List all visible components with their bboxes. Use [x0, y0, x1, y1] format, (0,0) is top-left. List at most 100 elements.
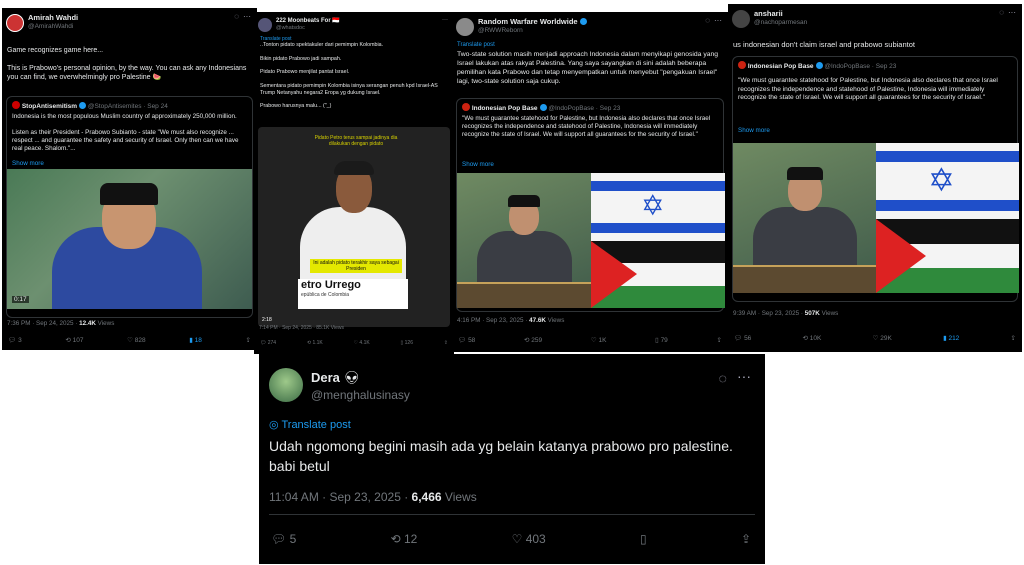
reply-count: 5 — [289, 532, 297, 546]
share-icon[interactable]: ⇪ — [1011, 334, 1016, 346]
share-icon[interactable]: ⇪ — [717, 336, 722, 348]
repost-button[interactable]: ⟲ 107 — [65, 336, 83, 348]
quote-header: Indonesian Pop Base @IndoPopBase · Sep 2… — [462, 103, 620, 112]
quote-author: Indonesian Pop Base — [747, 63, 814, 70]
avatar[interactable] — [732, 10, 750, 28]
reply-button[interactable]: 💬︎ 274 — [260, 340, 276, 352]
reply-button[interactable]: 💬︎ 56 — [734, 334, 751, 346]
reply-count: 3 — [18, 337, 22, 344]
more-icon[interactable]: ··· — [714, 17, 722, 25]
translate-link[interactable]: ◎ Translate post — [269, 418, 351, 431]
bookmark-button[interactable]: ▯ 79 — [655, 336, 668, 348]
post-card-amirah[interactable]: Amirah Wahdi @AmirahWahdi ◌ ··· Game rec… — [2, 8, 257, 350]
quoted-post[interactable]: StopAntisemitism @StopAntisemites · Sep … — [6, 96, 253, 318]
more-icon[interactable]: ··· — [737, 368, 751, 384]
author-name[interactable]: 222 Moonbeats For 🇮🇩 — [276, 17, 340, 24]
speaker-cap — [100, 183, 158, 205]
bookmark-button[interactable]: ▮ 212 — [943, 334, 959, 346]
repost-button[interactable]: ⟲ 10K — [803, 334, 822, 346]
share-icon[interactable]: ⇪ — [246, 336, 251, 348]
post-header: Random Warfare Worldwide @RWWReborn ◌ ··… — [456, 16, 724, 42]
divider — [269, 514, 755, 515]
quote-text: Indonesia is the most populous Muslim co… — [12, 113, 239, 152]
grok-icon[interactable]: ◌ — [999, 9, 1004, 17]
author-handle[interactable]: @nachoparmesan — [754, 19, 807, 26]
like-count: 29K — [880, 335, 892, 342]
like-button[interactable]: ♡ 828 — [127, 336, 146, 348]
quoted-post[interactable]: Indonesian Pop Base @IndoPopBase · Sep 2… — [732, 56, 1019, 302]
post-timestamp[interactable]: 11:04 AM · Sep 23, 2025 · — [269, 490, 412, 504]
author-name[interactable]: Dera 👽︎ — [311, 370, 360, 386]
avatar[interactable] — [258, 18, 272, 32]
show-more-link[interactable]: Show more — [12, 160, 247, 168]
photo-speaker[interactable] — [733, 143, 876, 293]
reply-button[interactable]: 💬︎ 5 — [271, 532, 296, 546]
action-bar: 💬︎ 58 ⟲ 259 ♡ 1K ▯ 79 ⇪ — [458, 336, 722, 348]
post-card-ansharii[interactable]: ansharii @nachoparmesan ◌ ··· us indones… — [728, 4, 1022, 352]
repost-button[interactable]: ⟲ 1.1K — [307, 340, 323, 352]
avatar[interactable] — [269, 368, 303, 402]
author-handle[interactable]: @AmirahWahdi — [28, 23, 73, 30]
author-name[interactable]: Amirah Wahdi — [28, 13, 78, 22]
post-card-moonbeats[interactable]: 222 Moonbeats For 🇮🇩 @whatsdoc ··· Trans… — [254, 12, 454, 354]
video-thumbnail[interactable]: Pidato Petro terus sampai jadinya dia di… — [258, 127, 450, 327]
author-handle[interactable]: @menghalusinasy — [311, 388, 410, 402]
bookmark-button[interactable]: ▮ 18 — [189, 336, 202, 348]
video-time: 0:17 — [12, 296, 29, 303]
translate-link[interactable]: Translate post — [457, 42, 495, 48]
share-icon[interactable]: ⇪ — [444, 340, 448, 352]
more-icon[interactable]: ··· — [1008, 9, 1016, 17]
bookmark-button[interactable]: ▯ 126 — [401, 340, 413, 352]
photo-speaker[interactable] — [457, 173, 591, 308]
post-timestamp[interactable]: 9:39 AM · Sep 23, 2025 · — [733, 310, 805, 317]
reply-count: 56 — [744, 335, 752, 342]
grok-icon[interactable]: ◌ — [719, 370, 727, 386]
video-thumbnail[interactable]: 0:17 — [7, 169, 252, 309]
post-timestamp[interactable]: 7:36 PM · Sep 24, 2025 · — [7, 320, 79, 327]
grok-icon[interactable]: ◌ — [705, 17, 710, 25]
show-more-link[interactable]: Show more — [462, 161, 718, 169]
repost-button[interactable]: ⟲ 259 — [524, 336, 542, 348]
speaker-hair — [334, 161, 374, 175]
repost-count: 1.1K — [312, 340, 323, 346]
video-time: 2:18 — [262, 317, 272, 323]
share-icon[interactable]: ⇪ — [741, 532, 751, 546]
speaker-cap — [508, 195, 540, 207]
action-bar: 💬︎ 274 ⟲ 1.1K ♡ 4.1K ▯ 126 ⇪ — [260, 340, 448, 352]
more-icon[interactable]: ··· — [442, 17, 448, 23]
more-icon[interactable]: ··· — [243, 13, 251, 21]
avatar — [462, 103, 470, 111]
post-card-rww[interactable]: Random Warfare Worldwide @RWWReborn ◌ ··… — [452, 12, 728, 352]
author-handle[interactable]: @whatsdoc — [276, 25, 305, 31]
like-button[interactable]: ♡ 29K — [873, 334, 892, 346]
video-caption-top: Pidato Petro terus sampai jadinya dia di… — [314, 135, 398, 147]
grok-icon[interactable]: ◌ — [234, 13, 239, 21]
repost-button[interactable]: ⟲ 12 — [391, 532, 418, 546]
author-name[interactable]: ansharii — [754, 9, 783, 18]
reply-button[interactable]: 💬︎ 58 — [458, 336, 475, 348]
author-handle[interactable]: @RWWReborn — [478, 27, 523, 34]
post-meta: 11:04 AM · Sep 23, 2025 · 6,466 Views — [269, 490, 477, 504]
quote-text: "We must guarantee statehood for Palesti… — [462, 115, 711, 138]
views-label: Views — [545, 317, 565, 324]
quoted-post[interactable]: Indonesian Pop Base @IndoPopBase · Sep 2… — [456, 98, 725, 312]
views-label: Views — [95, 320, 115, 327]
view-count: 12.4K — [79, 320, 96, 327]
bookmark-icon[interactable]: ▯ — [640, 532, 647, 546]
show-more-link[interactable]: Show more — [738, 127, 1012, 135]
post-card-dera[interactable]: Dera 👽︎ @menghalusinasy ◌ ··· ◎ Translat… — [259, 354, 765, 564]
post-meta: 9:39 AM · Sep 23, 2025 · 507K Views — [733, 310, 838, 317]
avatar[interactable] — [456, 18, 474, 36]
repost-count: 12 — [403, 532, 418, 546]
avatar[interactable] — [6, 14, 24, 32]
reply-button[interactable]: 💬︎ 3 — [8, 336, 22, 348]
verified-icon — [79, 102, 87, 109]
post-timestamp[interactable]: 4:16 PM · Sep 23, 2025 · — [457, 317, 529, 324]
author-name[interactable]: Random Warfare Worldwide — [478, 17, 587, 26]
like-button[interactable]: ♡ 4.1K — [354, 340, 370, 352]
quote-handle: @IndoPopBase · Sep 23 — [548, 105, 621, 112]
avatar — [738, 61, 746, 69]
like-button[interactable]: ♡ 403 — [512, 532, 546, 546]
action-bar: 💬︎ 3 ⟲ 107 ♡ 828 ▮ 18 ⇪ — [8, 336, 251, 348]
like-button[interactable]: ♡ 1K — [591, 336, 607, 348]
